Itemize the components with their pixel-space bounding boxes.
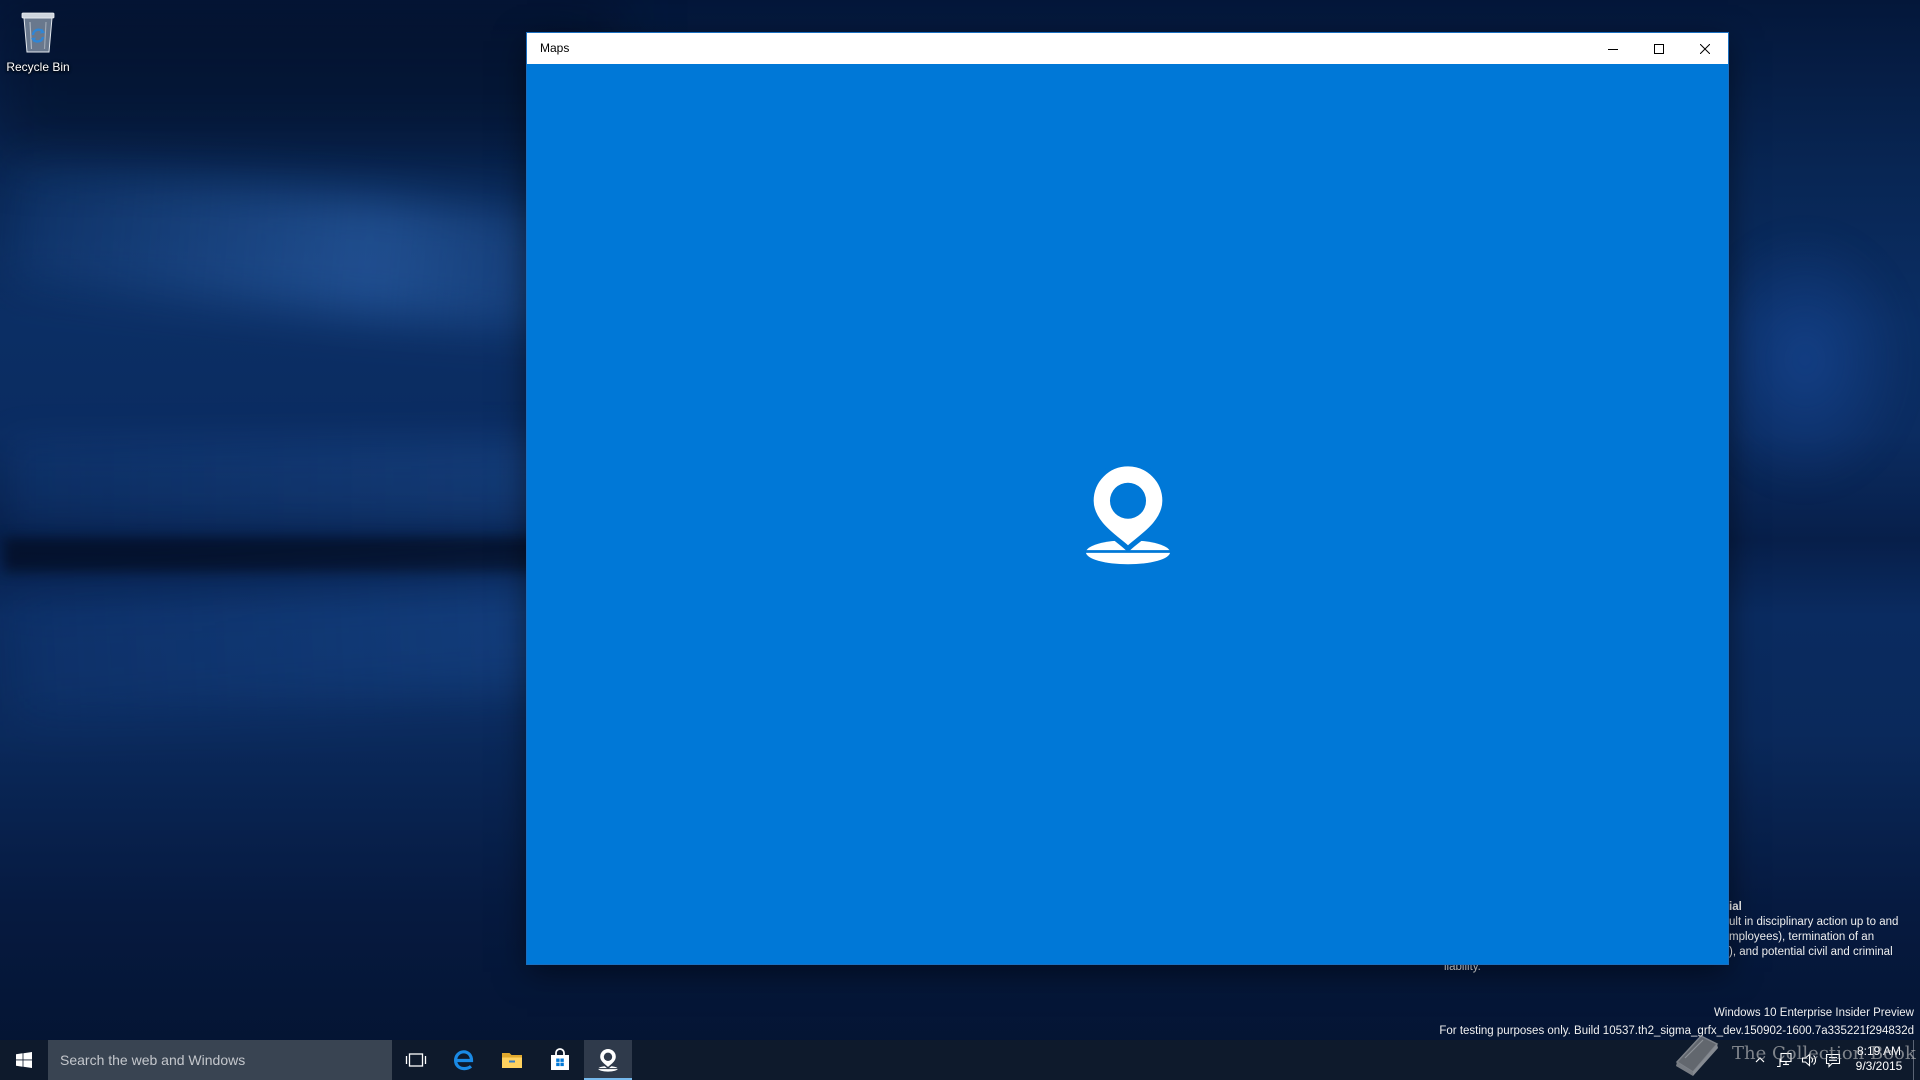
task-view-icon <box>405 1053 427 1067</box>
close-button[interactable] <box>1682 33 1728 64</box>
maps-icon <box>598 1048 618 1072</box>
network-icon <box>1777 1052 1792 1068</box>
wallpaper-light-beam <box>7 164 617 336</box>
volume-button[interactable] <box>1797 1040 1821 1080</box>
store-icon <box>551 1048 569 1070</box>
action-center-icon <box>1825 1053 1841 1068</box>
action-center-button[interactable] <box>1821 1040 1845 1080</box>
watermark-line: ial <box>1729 901 1742 913</box>
maps-logo-icon <box>1084 462 1171 564</box>
wallpaper-light-beam <box>7 569 613 721</box>
close-icon <box>1700 43 1710 54</box>
desktop-icon-recycle-bin[interactable]: Recycle Bin <box>2 4 74 80</box>
file-explorer-icon <box>502 1053 522 1068</box>
maximize-button[interactable] <box>1636 33 1682 64</box>
wallpaper-dark-band <box>4 538 564 572</box>
watermark-line: ult in disciplinary action up to and <box>1729 916 1899 928</box>
taskbar-app-maps[interactable] <box>584 1040 632 1080</box>
taskbar-app-file-explorer[interactable] <box>488 1040 536 1080</box>
clock-time: 8:19 AM <box>1856 1044 1902 1058</box>
start-button[interactable] <box>0 1040 48 1080</box>
maps-window[interactable]: Maps <box>527 33 1728 964</box>
watermark-line: mployees), termination of an <box>1729 931 1875 943</box>
watermark-line: ), and potential civil and criminal <box>1729 946 1893 958</box>
taskbar-app-store[interactable] <box>536 1040 584 1080</box>
volume-icon <box>1801 1053 1816 1067</box>
clock-date: 9/3/2015 <box>1855 1059 1903 1073</box>
wallpaper-glow <box>1700 230 1910 490</box>
taskbar-app-task-view[interactable] <box>392 1040 440 1080</box>
recycle-bin-icon <box>21 12 55 53</box>
desktop-icon-label: Recycle Bin <box>6 60 70 74</box>
taskbar[interactable]: 8:19 AM 9/3/2015 <box>0 1040 1920 1080</box>
window-title: Maps <box>540 41 570 55</box>
windows-logo-icon <box>16 1052 32 1068</box>
search-input[interactable] <box>48 1040 392 1080</box>
build-info-label: For testing purposes only. Build 10537.t… <box>1439 1025 1914 1037</box>
wallpaper-light-beam <box>8 440 608 530</box>
chevron-up-icon <box>1755 1057 1765 1063</box>
clock[interactable]: 8:19 AM 9/3/2015 <box>1848 1044 1910 1076</box>
minimize-icon <box>1608 48 1618 50</box>
windows-edition-label: Windows 10 Enterprise Insider Preview <box>1713 1007 1914 1019</box>
splash-screen <box>527 64 1728 964</box>
taskbar-app-edge[interactable] <box>440 1040 488 1080</box>
minimize-button[interactable] <box>1590 33 1636 64</box>
show-desktop-button[interactable] <box>1913 1040 1920 1080</box>
network-button[interactable] <box>1772 1040 1796 1080</box>
title-bar[interactable]: Maps <box>527 33 1728 64</box>
edge-icon <box>453 1050 474 1071</box>
show-hidden-icons-button[interactable] <box>1748 1040 1772 1080</box>
maximize-icon <box>1654 43 1664 54</box>
